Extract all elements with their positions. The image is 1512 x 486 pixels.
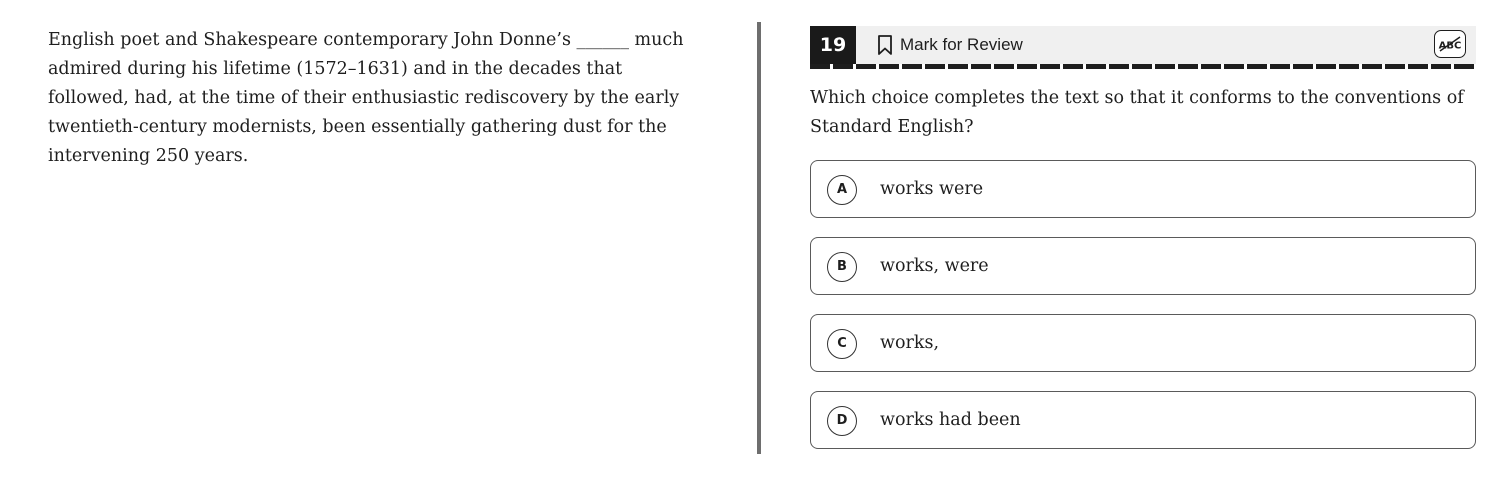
choice-letter-c: C bbox=[827, 329, 857, 359]
choice-d[interactable]: D works had been bbox=[810, 391, 1476, 449]
question-number: 19 bbox=[810, 26, 856, 64]
choice-b[interactable]: B works, were bbox=[810, 237, 1476, 295]
mark-for-review-button[interactable]: Mark for Review bbox=[876, 26, 1023, 64]
pane-divider[interactable] bbox=[757, 22, 761, 454]
choice-letter-a: A bbox=[827, 175, 857, 205]
choice-c[interactable]: C works, bbox=[810, 314, 1476, 372]
header-dashed-border bbox=[810, 64, 1476, 69]
question-prompt: Which choice completes the text so that … bbox=[810, 88, 1464, 137]
choice-a[interactable]: A works were bbox=[810, 160, 1476, 218]
choice-text-b: works, were bbox=[880, 256, 989, 276]
choice-text-c: works, bbox=[880, 333, 940, 353]
bookmark-icon bbox=[876, 34, 894, 56]
abc-strikethrough-button[interactable]: ABC bbox=[1434, 30, 1466, 58]
abc-strikethrough-icon: ABC bbox=[1439, 36, 1461, 52]
choice-text-a: works were bbox=[880, 179, 984, 199]
mark-for-review-label: Mark for Review bbox=[900, 35, 1023, 54]
passage-text: English poet and Shakespeare contemporar… bbox=[48, 30, 684, 166]
choice-letter-d: D bbox=[827, 406, 857, 436]
choice-text-d: works had been bbox=[880, 410, 1021, 430]
question-header: 19 Mark for Review ABC bbox=[810, 26, 1476, 64]
choice-letter-b: B bbox=[827, 252, 857, 282]
